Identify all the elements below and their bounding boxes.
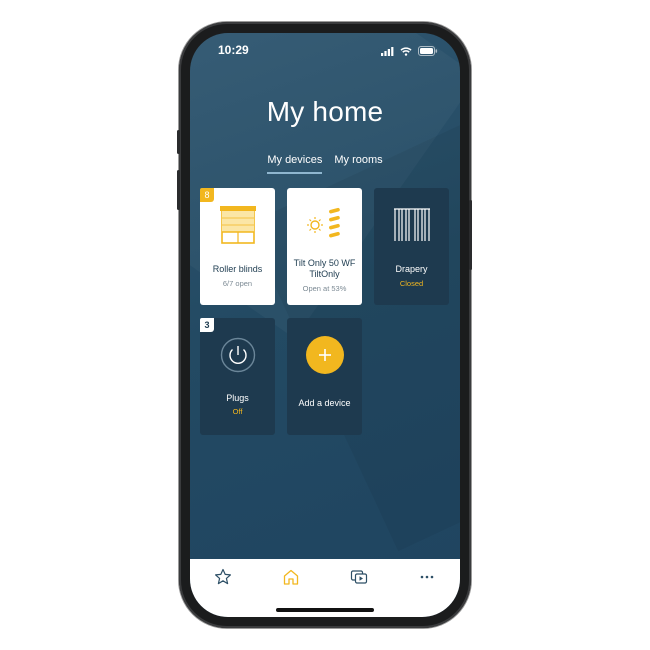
- nav-scenes[interactable]: [348, 567, 370, 587]
- phone-side-button: [469, 200, 472, 270]
- device-card-roller-blinds[interactable]: 8 Roller blinds 6/7 open: [200, 188, 275, 305]
- phone-side-button: [177, 130, 180, 154]
- device-status: Closed: [399, 279, 424, 288]
- app-screen: 10:29 My home My devices My rooms 8 Roll…: [190, 33, 460, 617]
- home-indicator: [276, 608, 374, 612]
- device-name: Add a device: [298, 398, 351, 408]
- nav-home[interactable]: [280, 567, 302, 587]
- device-count-badge: 8: [200, 188, 214, 202]
- page-title: My home: [266, 96, 384, 127]
- signal-icon: [381, 46, 394, 56]
- device-status: Off: [232, 407, 243, 416]
- device-card-tilt-only[interactable]: Tilt Only 50 WF TiltOnly Open at 53%: [287, 188, 362, 305]
- phone-side-button: [177, 170, 180, 210]
- tab-my-rooms[interactable]: My rooms: [334, 154, 382, 174]
- bottom-nav: [190, 559, 460, 617]
- add-device-card[interactable]: Add a device: [287, 318, 362, 435]
- roller-blind-icon: [220, 206, 256, 244]
- device-card-drapery[interactable]: Drapery Closed: [374, 188, 449, 305]
- clock: 10:29: [218, 43, 249, 57]
- status-bar: 10:29: [190, 43, 460, 63]
- device-count-badge: 3: [200, 318, 214, 332]
- nav-favorites[interactable]: [212, 567, 234, 587]
- tilt-sun-icon: [307, 207, 340, 238]
- device-status: 6/7 open: [222, 279, 253, 288]
- home-icon: [283, 569, 299, 585]
- power-icon: [220, 337, 256, 373]
- battery-icon: [418, 46, 438, 56]
- more-icon: [420, 575, 434, 579]
- wifi-icon: [400, 46, 412, 56]
- tab-my-devices[interactable]: My devices: [267, 154, 323, 174]
- device-name: Drapery: [395, 264, 428, 274]
- drapery-icon: [394, 208, 430, 241]
- plus-icon[interactable]: [306, 336, 344, 374]
- star-icon: [215, 568, 231, 585]
- segment-tabs: My devices My rooms: [190, 154, 460, 174]
- scenes-icon: [350, 570, 368, 584]
- device-name: Roller blinds: [212, 264, 263, 274]
- device-name: Plugs: [226, 393, 249, 403]
- device-status: Open at 53%: [302, 284, 347, 293]
- device-card-plugs[interactable]: 3 Plugs Off: [200, 318, 275, 435]
- nav-more[interactable]: [416, 567, 438, 587]
- device-name: Tilt Only 50 WF TiltOnly: [293, 258, 356, 279]
